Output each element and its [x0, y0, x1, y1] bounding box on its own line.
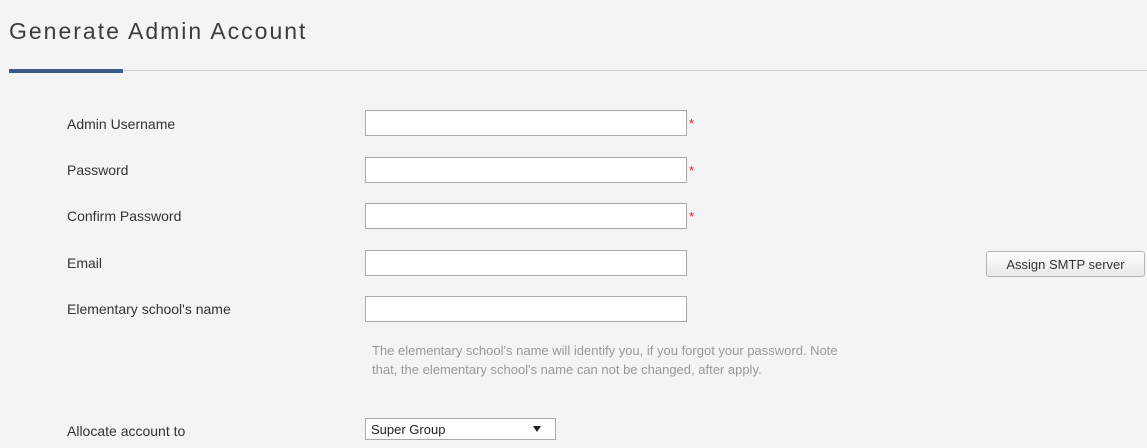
admin-username-label: Admin Username [67, 116, 176, 132]
password-required-mark: * [689, 163, 695, 178]
allocate-account-select[interactable]: Super Group [365, 418, 556, 440]
email-input[interactable] [365, 250, 687, 276]
title-accent-bar [9, 69, 123, 73]
confirm-password-input[interactable] [365, 203, 687, 229]
caret-down-icon [533, 426, 541, 432]
generate-admin-account-page: Generate Admin Account Admin Username * … [0, 0, 1147, 448]
allocate-account-label: Allocate account to [67, 423, 186, 439]
school-name-input[interactable] [365, 296, 687, 322]
school-name-label: Elementary school's name [67, 301, 231, 317]
confirm-password-label: Confirm Password [67, 208, 182, 224]
email-label: Email [67, 255, 103, 271]
confirm-password-required-mark: * [689, 209, 695, 224]
admin-username-input[interactable] [365, 110, 687, 136]
password-label: Password [67, 162, 129, 178]
title-divider [9, 70, 1147, 71]
page-title: Generate Admin Account [9, 18, 308, 44]
admin-username-required-mark: * [689, 116, 695, 131]
assign-smtp-server-button[interactable]: Assign SMTP server [986, 251, 1145, 277]
school-name-help-text: The elementary school's name will identi… [372, 343, 838, 377]
allocate-account-selected-value: Super Group [371, 422, 446, 437]
password-input[interactable] [365, 157, 687, 183]
